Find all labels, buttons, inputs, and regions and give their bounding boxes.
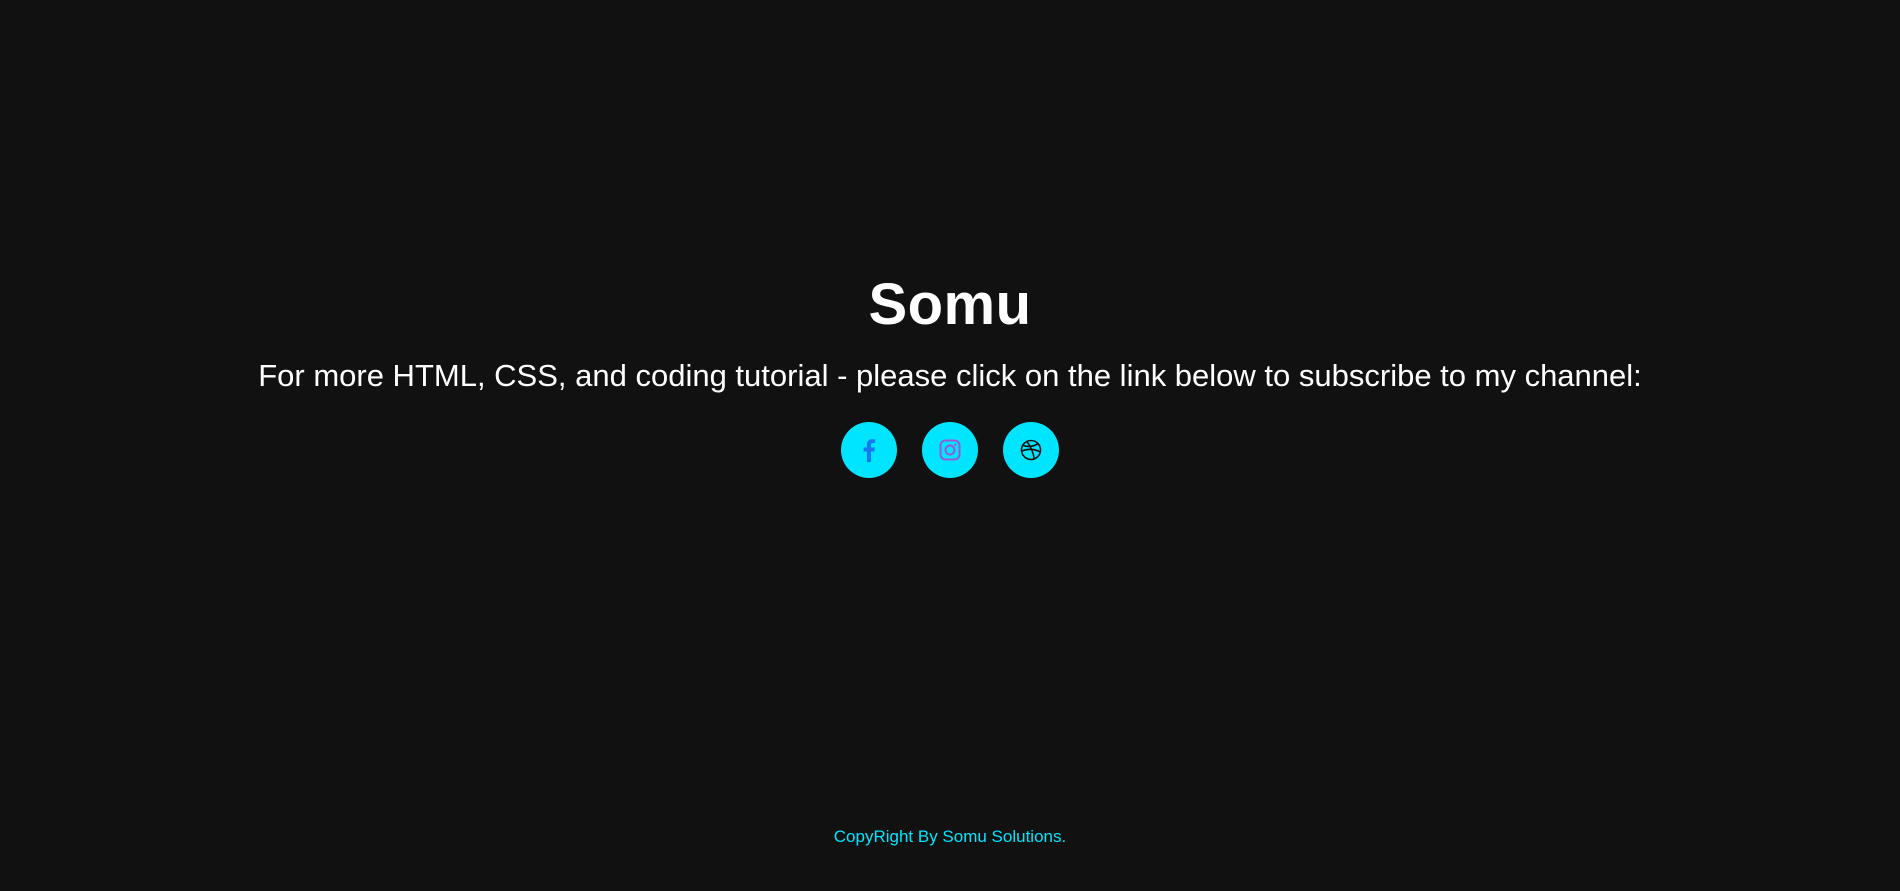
dribbble-button[interactable] <box>1003 422 1059 478</box>
page-title: Somu <box>868 272 1032 337</box>
facebook-icon <box>862 438 876 462</box>
instagram-icon <box>939 439 961 461</box>
hero-section: Somu For more HTML, CSS, and coding tuto… <box>0 270 1900 478</box>
page: Somu For more HTML, CSS, and coding tuto… <box>0 0 1900 891</box>
tagline-text: For more HTML, CSS, and coding tutorial … <box>258 358 1642 393</box>
dribbble-icon <box>1020 439 1042 461</box>
instagram-button[interactable] <box>922 422 978 478</box>
footer-copyright: CopyRight By Somu Solutions. <box>833 827 1067 846</box>
facebook-button[interactable] <box>841 422 897 478</box>
social-links <box>0 422 1900 478</box>
